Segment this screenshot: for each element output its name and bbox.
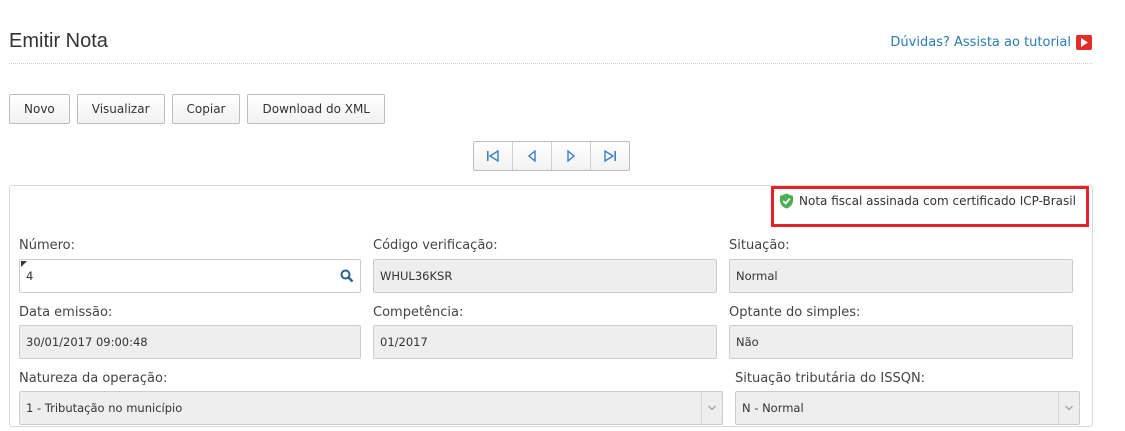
data-emissao-field: 30/01/2017 09:00:48 [19,325,361,359]
record-pager [473,141,630,171]
numero-input[interactable]: 4 [19,259,361,293]
situacao-value: Normal [736,269,778,283]
chevron-down-icon[interactable] [1058,392,1079,424]
optante-simples-value: Não [736,335,759,349]
field-corner-marker [21,261,27,267]
codigo-verificacao-label: Código verificação: [373,238,498,253]
numero-label: Número: [19,238,76,253]
natureza-operacao-value: 1 - Tributação no município [26,401,183,415]
toolbar: Novo Visualizar Copiar Download do XML [9,94,392,124]
next-record-button[interactable] [552,142,591,170]
first-icon [487,150,499,162]
situacao-tributaria-select[interactable]: N - Normal [735,391,1080,425]
optante-simples-label: Optante do simples: [729,305,861,320]
competencia-field: 01/2017 [373,325,717,359]
previous-icon [527,150,536,162]
next-icon [567,150,576,162]
title-divider [9,63,1092,64]
numero-value: 4 [26,269,34,283]
codigo-verificacao-field: WHUL36KSR [373,259,717,293]
situacao-field: Normal [729,259,1073,293]
data-emissao-value: 30/01/2017 09:00:48 [26,335,148,349]
chevron-down-icon[interactable] [701,392,722,424]
situacao-label: Situação: [729,238,790,253]
search-icon[interactable] [340,269,354,283]
visualizar-button[interactable]: Visualizar [76,94,165,124]
optante-simples-field: Não [729,325,1073,359]
competencia-label: Competência: [373,305,464,320]
codigo-verificacao-value: WHUL36KSR [380,269,453,283]
highlight-box [771,186,1089,227]
copiar-button[interactable]: Copiar [171,94,241,124]
previous-record-button[interactable] [513,142,552,170]
youtube-play-icon [1076,35,1092,50]
natureza-operacao-label: Natureza da operação: [19,371,168,386]
last-icon [604,150,616,162]
competencia-value: 01/2017 [380,335,428,349]
data-emissao-label: Data emissão: [19,305,113,320]
download-xml-button[interactable]: Download do XML [247,94,385,124]
last-record-button[interactable] [591,142,629,170]
novo-button[interactable]: Novo [9,94,70,124]
tutorial-link[interactable]: Dúvidas? Assista ao tutorial [890,35,1092,50]
page-title: Emitir Nota [9,30,108,52]
first-record-button[interactable] [474,142,513,170]
situacao-tributaria-value: N - Normal [742,401,804,415]
situacao-tributaria-label: Situação tributária do ISSQN: [735,371,926,386]
natureza-operacao-select[interactable]: 1 - Tributação no município [19,391,723,425]
tutorial-link-label: Dúvidas? Assista ao tutorial [890,35,1071,50]
